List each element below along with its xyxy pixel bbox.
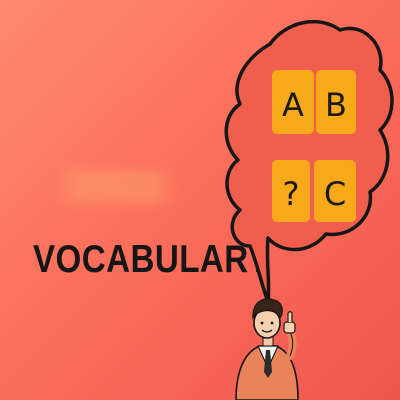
person-thumbs-up	[235, 298, 299, 400]
tile-b-letter: B	[325, 86, 347, 124]
tile-c: C	[314, 160, 356, 222]
tile-question-mark: ?	[283, 175, 300, 213]
tile-c-letter: C	[324, 175, 346, 213]
tile-b: B	[316, 70, 356, 134]
thought-bubble-art: A B ? C	[224, 19, 394, 400]
tile-a: A	[272, 70, 314, 134]
tile-question: ?	[272, 160, 310, 222]
thought-bubble	[224, 19, 394, 304]
vocabulary-illustration: VOCABULARY A B ? C	[0, 0, 400, 400]
tile-a-letter: A	[282, 86, 304, 124]
